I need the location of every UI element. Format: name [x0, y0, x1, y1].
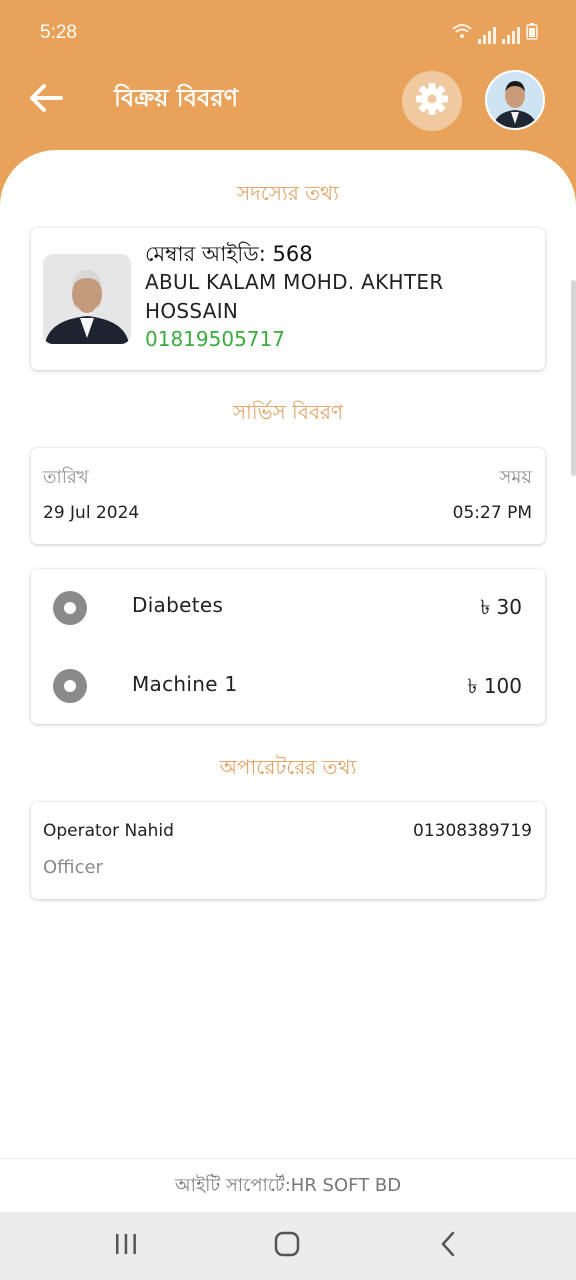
service-name: Machine 1	[132, 672, 238, 696]
app-bar: বিক্রয় বিবরণ	[0, 66, 576, 136]
service-price: ৳ 30	[480, 595, 522, 619]
recent-apps-icon	[114, 1233, 138, 1259]
gear-icon	[414, 81, 450, 121]
operator-phone[interactable]: 01308389719	[413, 821, 532, 841]
arrow-left-icon	[29, 83, 63, 117]
service-radio-icon[interactable]	[53, 669, 87, 703]
member-phone[interactable]: 01819505717	[145, 327, 285, 351]
date-value: 29 Jul 2024	[43, 503, 140, 523]
status-bar: 5:28	[0, 0, 576, 70]
signal-icon	[478, 26, 496, 44]
datetime-card: তারিখ সময় 29 Jul 2024 05:27 PM	[31, 448, 545, 544]
back-nav-button[interactable]	[428, 1226, 468, 1266]
wifi-icon	[452, 22, 472, 44]
content-panel: সদস্যের তথ্য মেম্বার আইডি: 568 ABUL KALA…	[0, 150, 576, 1280]
member-section-title: সদস্যের তথ্য	[237, 181, 339, 205]
status-time: 5:28	[40, 22, 77, 43]
home-button[interactable]	[267, 1226, 307, 1266]
scrollbar[interactable]	[571, 280, 576, 476]
operator-section-title: অপারেটরের তথ্য	[219, 755, 357, 779]
status-icons	[452, 22, 538, 44]
services-card: Diabetes ৳ 30 Machine 1 ৳ 100	[31, 569, 545, 724]
battery-icon	[526, 22, 538, 44]
page-title: বিক্রয় বিবরণ	[114, 84, 239, 112]
service-radio-icon[interactable]	[53, 591, 87, 625]
home-icon	[274, 1231, 300, 1261]
member-photo	[43, 254, 131, 344]
member-card: মেম্বার আইডি: 568 ABUL KALAM MOHD. AKHTE…	[31, 228, 545, 370]
operator-name: Operator Nahid	[43, 821, 174, 841]
time-value: 05:27 PM	[452, 503, 532, 523]
operator-card: Operator Nahid 01308389719 Officer	[31, 802, 545, 899]
service-section-title: সার্ভিস বিবরণ	[232, 400, 344, 424]
system-nav-bar	[0, 1212, 576, 1280]
footer-support: আইটি সাপোর্টে:HR SOFT BD	[0, 1158, 576, 1212]
member-name: ABUL KALAM MOHD. AKHTER HOSSAIN	[145, 270, 444, 323]
time-label: সময়	[499, 467, 533, 488]
operator-role: Officer	[43, 857, 103, 878]
back-button[interactable]	[26, 80, 66, 120]
chevron-left-icon	[439, 1231, 457, 1261]
settings-button[interactable]	[402, 71, 462, 131]
recent-apps-button[interactable]	[106, 1226, 146, 1266]
service-price: ৳ 100	[467, 674, 523, 698]
date-label: তারিখ	[43, 467, 89, 488]
service-name: Diabetes	[132, 593, 224, 617]
signal-icon-2	[502, 26, 520, 44]
user-avatar[interactable]	[485, 70, 545, 130]
